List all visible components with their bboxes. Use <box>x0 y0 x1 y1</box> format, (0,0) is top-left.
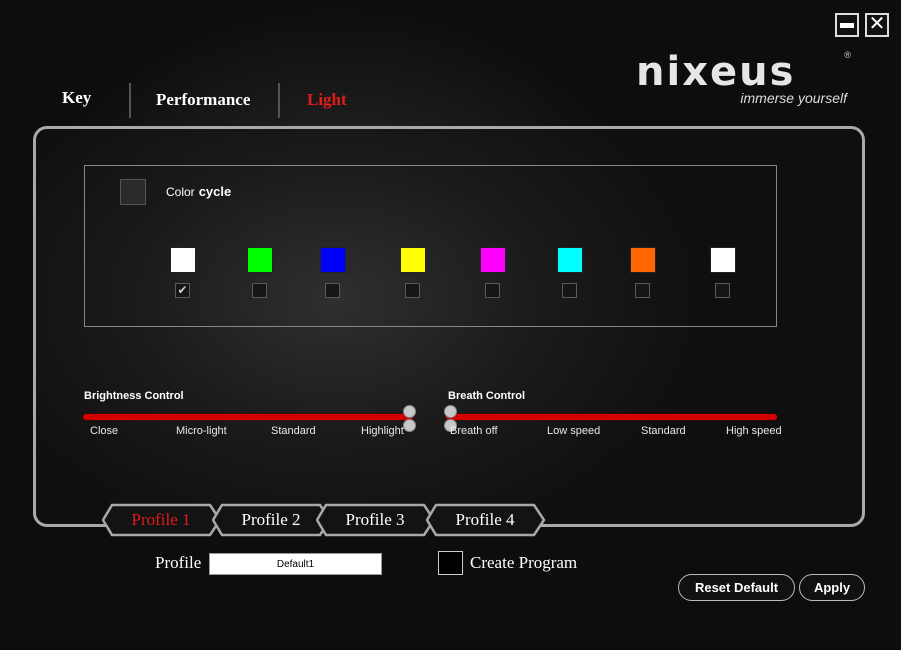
profile-tab-4[interactable]: Profile 4 <box>426 503 546 537</box>
color-checkbox-green[interactable] <box>252 283 267 298</box>
breath-slider-track[interactable] <box>446 414 777 420</box>
color-swatch-orange[interactable] <box>630 247 656 273</box>
profile-tab-3[interactable]: Profile 3 <box>316 503 436 537</box>
color-checkbox-white[interactable]: ✔ <box>175 283 190 298</box>
breath-slider-handle[interactable] <box>444 405 457 418</box>
close-button[interactable]: ✕ <box>865 13 889 37</box>
profile-tab-label: Profile 3 <box>345 510 405 529</box>
tab-divider <box>129 83 131 118</box>
brightness-slider-handle-lower[interactable] <box>403 419 416 432</box>
logo-tagline: immerse yourself <box>740 90 847 106</box>
profile-label: Profile <box>155 553 202 572</box>
brightness-tick-close: Close <box>90 425 119 437</box>
breath-tick-high-speed: High speed <box>726 425 782 437</box>
color-swatch-magenta[interactable] <box>480 247 506 273</box>
breath-control-title: Breath Control <box>448 390 525 402</box>
brightness-tick-highlight: Highlight <box>361 425 404 437</box>
minimize-button[interactable] <box>835 13 859 37</box>
color-swatch-blue[interactable] <box>320 247 346 273</box>
profile-tab-label: Profile 4 <box>455 510 515 529</box>
color-checkbox-cyan[interactable] <box>562 283 577 298</box>
color-swatch-green[interactable] <box>247 247 273 273</box>
create-program-label: Create Program <box>470 553 578 572</box>
logo-wordmark: nixeus <box>636 49 796 95</box>
registered-mark: ® <box>844 50 851 60</box>
brightness-slider-track[interactable] <box>83 414 413 420</box>
profile-tab-label: Profile 2 <box>241 510 301 529</box>
create-program-checkbox[interactable] <box>438 551 463 575</box>
close-icon: ✕ <box>868 13 886 35</box>
color-swatch-white[interactable] <box>170 247 196 273</box>
brightness-tick-micro-light: Micro-light <box>176 425 227 437</box>
tab-key[interactable]: Key <box>62 88 91 108</box>
app-window: ✕ nixeus ® immerse yourself Key Performa… <box>0 0 901 650</box>
color-cycle-checkbox[interactable] <box>120 179 146 205</box>
brightness-control-title: Brightness Control <box>84 390 184 402</box>
profile-tab-1[interactable]: Profile 1 <box>102 503 222 537</box>
profile-name-input[interactable] <box>209 553 382 575</box>
reset-default-button[interactable]: Reset Default <box>678 574 795 601</box>
tab-light[interactable]: Light <box>307 90 347 110</box>
apply-button[interactable]: Apply <box>799 574 865 601</box>
brightness-tick-standard: Standard <box>271 425 316 437</box>
breath-tick-low-speed: Low speed <box>547 425 601 437</box>
color-checkbox-orange[interactable] <box>635 283 650 298</box>
color-checkbox-white-2[interactable] <box>715 283 730 298</box>
color-checkbox-magenta[interactable] <box>485 283 500 298</box>
breath-tick-off: Breath off <box>450 425 498 437</box>
tab-performance[interactable]: Performance <box>156 90 250 110</box>
nixeus-logo: nixeus ® immerse yourself <box>636 50 851 110</box>
color-swatch-white-2[interactable] <box>710 247 736 273</box>
profile-tab-label: Profile 1 <box>131 510 191 529</box>
color-swatch-yellow[interactable] <box>400 247 426 273</box>
breath-tick-standard: Standard <box>641 425 686 437</box>
color-cycle-label: Color cycle <box>166 184 232 199</box>
brightness-slider-handle[interactable] <box>403 405 416 418</box>
color-checkbox-yellow[interactable] <box>405 283 420 298</box>
color-checkbox-blue[interactable] <box>325 283 340 298</box>
color-swatch-cyan[interactable] <box>557 247 583 273</box>
profile-tab-2[interactable]: Profile 2 <box>212 503 332 537</box>
tab-divider <box>278 83 280 118</box>
